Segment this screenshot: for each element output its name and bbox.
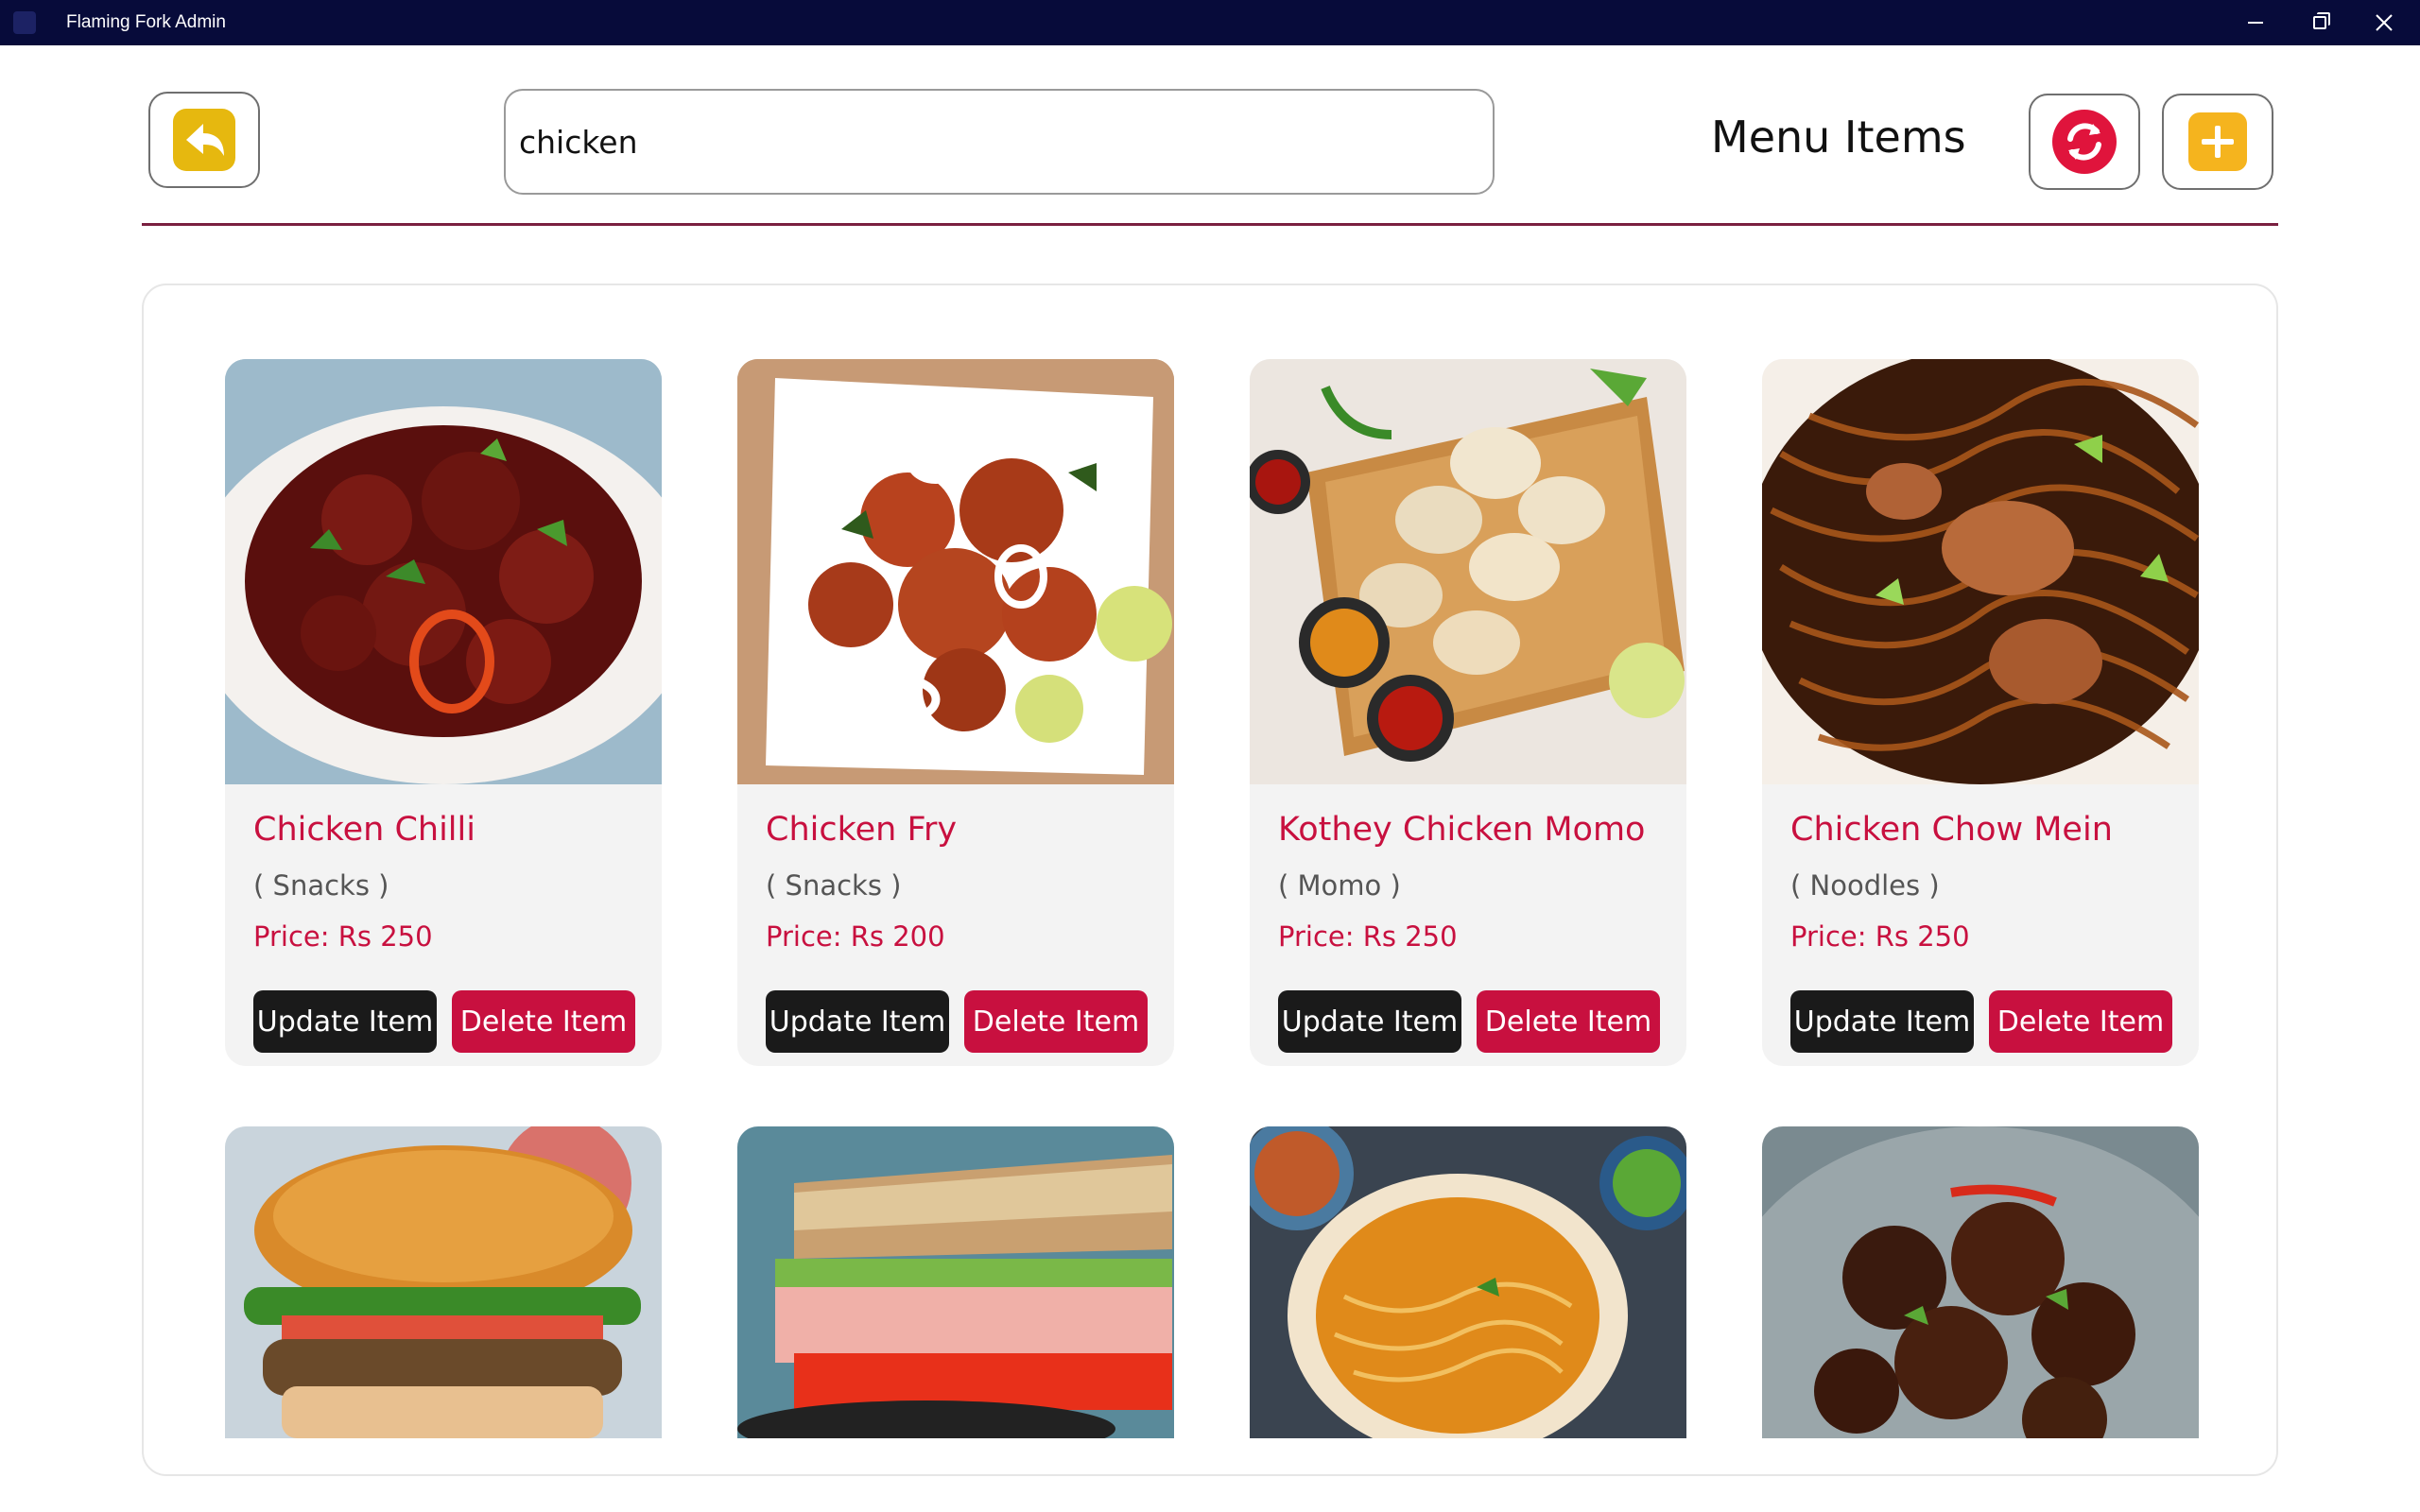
chicken-thukpa-image xyxy=(1250,1126,1686,1438)
search-field[interactable] xyxy=(504,89,1495,195)
item-category: ( Momo ) xyxy=(1278,869,1401,902)
delete-item-button[interactable]: Delete Item xyxy=(1477,990,1660,1053)
update-item-button[interactable]: Update Item xyxy=(766,990,949,1053)
add-item-button[interactable] xyxy=(2162,94,2273,190)
delete-item-button[interactable]: Delete Item xyxy=(964,990,1148,1053)
restore-icon xyxy=(2313,12,2330,29)
menu-items-panel[interactable]: Chicken Chilli ( Snacks ) Price: Rs 250 … xyxy=(142,284,2278,1476)
refresh-button[interactable] xyxy=(2029,94,2140,190)
item-price: Price: Rs 250 xyxy=(1790,920,1970,953)
item-name: Chicken Fry xyxy=(766,811,958,849)
menu-item-card xyxy=(1250,1126,1686,1438)
item-name: Chicken Chilli xyxy=(253,811,475,849)
delete-item-button[interactable]: Delete Item xyxy=(1989,990,2172,1053)
restore-button[interactable] xyxy=(2288,0,2352,45)
search-input[interactable] xyxy=(519,113,1493,170)
back-arrow-icon xyxy=(173,109,235,171)
menu-item-card: Kothey Chicken Momo ( Momo ) Price: Rs 2… xyxy=(1250,359,1686,1066)
app-icon xyxy=(13,11,36,34)
delete-item-button[interactable]: Delete Item xyxy=(452,990,635,1053)
chicken-burger-image xyxy=(225,1126,662,1438)
refresh-icon xyxy=(2052,110,2117,174)
item-category: ( Noodles ) xyxy=(1790,869,1940,902)
chicken-chilli-image xyxy=(225,359,662,784)
menu-item-card: Chicken Chow Mein ( Noodles ) Price: Rs … xyxy=(1762,359,2199,1066)
kothey-chicken-momo-image xyxy=(1250,359,1686,784)
chicken-sekuwa-image xyxy=(1762,1126,2199,1438)
item-category: ( Snacks ) xyxy=(766,869,902,902)
app-title: Flaming Fork Admin xyxy=(66,12,226,32)
menu-item-card: Chicken Fry ( Snacks ) Price: Rs 200 Upd… xyxy=(737,359,1174,1066)
back-button[interactable] xyxy=(148,92,260,188)
item-price: Price: Rs 250 xyxy=(1278,920,1458,953)
chicken-sandwich-image xyxy=(737,1126,1174,1438)
update-item-button[interactable]: Update Item xyxy=(253,990,437,1053)
update-item-button[interactable]: Update Item xyxy=(1790,990,1974,1053)
menu-item-card xyxy=(225,1126,662,1438)
page-title: Menu Items xyxy=(1711,112,1966,163)
chicken-chow-mein-image xyxy=(1762,359,2199,784)
title-bar: Flaming Fork Admin xyxy=(0,0,2420,45)
menu-item-card xyxy=(1762,1126,2199,1438)
update-item-button[interactable]: Update Item xyxy=(1278,990,1461,1053)
menu-item-card: Chicken Chilli ( Snacks ) Price: Rs 250 … xyxy=(225,359,662,1066)
header-divider xyxy=(142,223,2278,226)
item-name: Kothey Chicken Momo xyxy=(1278,811,1646,849)
item-name: Chicken Chow Mein xyxy=(1790,811,2113,849)
close-button[interactable] xyxy=(2352,0,2416,45)
chicken-fry-image xyxy=(737,359,1174,784)
plus-icon xyxy=(2188,112,2247,171)
item-price: Price: Rs 250 xyxy=(253,920,433,953)
item-price: Price: Rs 200 xyxy=(766,920,945,953)
menu-item-card xyxy=(737,1126,1174,1438)
close-icon xyxy=(2376,14,2393,31)
minimize-icon xyxy=(2248,22,2263,24)
minimize-button[interactable] xyxy=(2223,0,2288,45)
item-category: ( Snacks ) xyxy=(253,869,389,902)
